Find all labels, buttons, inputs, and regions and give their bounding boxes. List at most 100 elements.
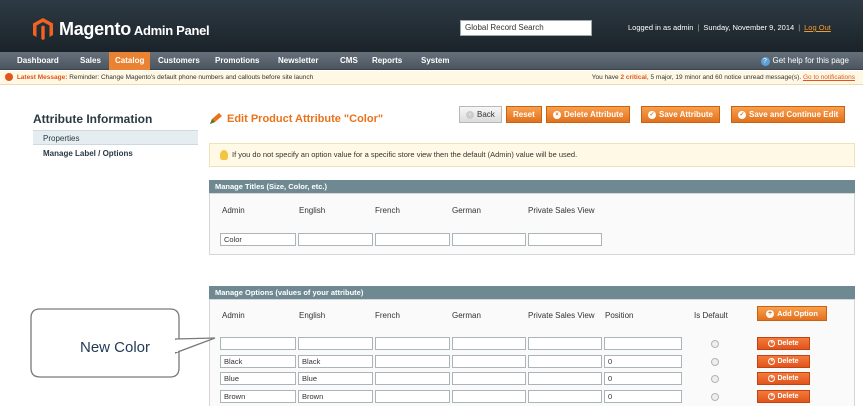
page-title-text: Edit Product Attribute "Color" (227, 113, 384, 125)
save-attribute-button[interactable]: ✓ Save Attribute (641, 106, 720, 123)
is-default-radio[interactable] (711, 375, 719, 383)
titles-col-french: French (375, 206, 400, 215)
delete-icon: × (768, 374, 776, 382)
notice-label: Latest Message: (16, 74, 68, 81)
brand-sub: Admin Panel (133, 22, 210, 38)
option-german-input[interactable] (452, 337, 526, 350)
delete-option-button[interactable]: × Delete (757, 355, 810, 368)
option-private-sales-input[interactable] (528, 337, 602, 350)
nav-system[interactable]: System (421, 52, 449, 70)
delete-icon: × (553, 110, 561, 119)
option-position-input[interactable]: 0 (604, 372, 682, 385)
nav-customers[interactable]: Customers (158, 52, 200, 70)
option-position-input[interactable]: 0 (604, 390, 682, 403)
delete-attribute-button[interactable]: × Delete Attribute (546, 106, 631, 123)
option-english-input[interactable] (298, 337, 373, 350)
delete-icon: × (768, 392, 776, 400)
notice-message: Reminder: Change Magento's default phone… (69, 74, 314, 81)
nav-cms[interactable]: CMS (340, 52, 358, 70)
global-search-input[interactable]: Global Record Search (460, 20, 592, 36)
add-option-button[interactable]: + Add Option (757, 306, 827, 321)
title-french-input[interactable] (375, 233, 450, 246)
option-french-input[interactable] (375, 372, 450, 385)
save-attribute-label: Save Attribute (659, 110, 713, 119)
title-english-input[interactable] (298, 233, 373, 246)
delete-icon: × (768, 357, 776, 365)
option-french-input[interactable] (375, 355, 450, 368)
warning-icon (5, 73, 13, 82)
save-continue-button[interactable]: ✓ Save and Continue Edit (731, 106, 846, 123)
manage-titles-header: Manage Titles (Size, Color, etc.) (209, 180, 855, 193)
callout-pointer (175, 337, 216, 354)
nav-reports[interactable]: Reports (372, 52, 402, 70)
option-admin-input[interactable]: Brown (220, 390, 296, 403)
option-german-input[interactable] (452, 372, 526, 385)
title-admin-input[interactable]: Color (220, 233, 296, 246)
option-private-sales-input[interactable] (528, 390, 602, 403)
nav-dashboard[interactable]: Dashboard (17, 52, 59, 70)
option-private-sales-input[interactable] (528, 372, 602, 385)
info-text: If you do not specify an option value fo… (232, 150, 578, 159)
option-german-input[interactable] (452, 355, 526, 368)
delete-option-button[interactable]: × Delete (757, 390, 810, 403)
back-button[interactable]: ‹ Back (459, 106, 502, 123)
delete-option-label: Delete (777, 340, 799, 347)
admin-header: Magento Admin Panel Global Record Search … (0, 0, 863, 52)
options-col-german: German (452, 311, 481, 320)
option-english-input[interactable]: Black (298, 355, 373, 368)
option-position-input[interactable]: 0 (604, 355, 682, 368)
logo-text: Magento Admin Panel (59, 18, 210, 40)
options-col-position: Position (605, 311, 634, 320)
callout-text: New Color (80, 339, 151, 356)
logout-link[interactable]: Log Out (804, 23, 831, 32)
check-icon: ✓ (738, 110, 746, 119)
is-default-radio[interactable] (711, 393, 719, 401)
nav-promotions[interactable]: Promotions (215, 52, 259, 70)
logo[interactable]: Magento Admin Panel (33, 18, 210, 40)
is-default-radio[interactable] (711, 340, 719, 348)
notification-bar: Latest Message: Reminder: Change Magento… (0, 71, 863, 85)
brand-name: Magento (59, 18, 131, 39)
back-label: Back (477, 110, 495, 119)
option-french-input[interactable] (375, 337, 450, 350)
option-admin-input[interactable]: Blue (220, 372, 296, 385)
manage-options-header: Manage Options (values of your attribute… (209, 286, 855, 299)
title-private-sales-input[interactable] (528, 233, 602, 246)
options-col-is-default: Is Default (694, 311, 728, 320)
is-default-radio[interactable] (711, 358, 719, 366)
logged-in-text: Logged in as admin (628, 23, 694, 32)
tab-manage-label-options[interactable]: Manage Label / Options (33, 146, 198, 161)
delete-option-label: Delete (777, 393, 799, 400)
option-german-input[interactable] (452, 390, 526, 403)
notifications-link[interactable]: Go to notifications (803, 74, 855, 81)
options-col-french: French (375, 311, 400, 320)
option-admin-input[interactable]: Black (220, 355, 296, 368)
date-text: Sunday, November 9, 2014 (703, 23, 795, 32)
nav-catalog[interactable]: Catalog (109, 52, 151, 70)
notice-critical[interactable]: 2 critical (620, 74, 646, 81)
save-continue-label: Save and Continue Edit (749, 110, 839, 119)
reset-button[interactable]: Reset (506, 106, 542, 123)
back-arrow-icon: ‹ (466, 110, 474, 119)
help-link[interactable]: ? Get help for this page (760, 52, 849, 70)
titles-col-german: German (452, 206, 481, 215)
add-option-label: Add Option (777, 309, 818, 318)
option-english-input[interactable]: Brown (298, 390, 373, 403)
sidebar-title: Attribute Information (33, 112, 153, 126)
options-col-private-sales: Private Sales View (528, 311, 595, 320)
option-french-input[interactable] (375, 390, 450, 403)
option-english-input[interactable]: Blue (298, 372, 373, 385)
option-private-sales-input[interactable] (528, 355, 602, 368)
nav-sales[interactable]: Sales (80, 52, 101, 70)
delete-option-button[interactable]: × Delete (757, 337, 810, 350)
title-german-input[interactable] (452, 233, 526, 246)
option-position-input[interactable] (604, 337, 682, 350)
notice-summary: You have 2 critical, 5 major, 19 minor a… (592, 71, 855, 85)
nav-newsletter[interactable]: Newsletter (278, 52, 318, 70)
delete-option-button[interactable]: × Delete (757, 372, 810, 385)
options-col-admin: Admin (222, 311, 245, 320)
option-admin-input[interactable] (220, 337, 296, 350)
tab-properties[interactable]: Properties (33, 130, 198, 145)
magento-logo-icon (33, 18, 53, 40)
plus-icon: + (766, 310, 775, 319)
